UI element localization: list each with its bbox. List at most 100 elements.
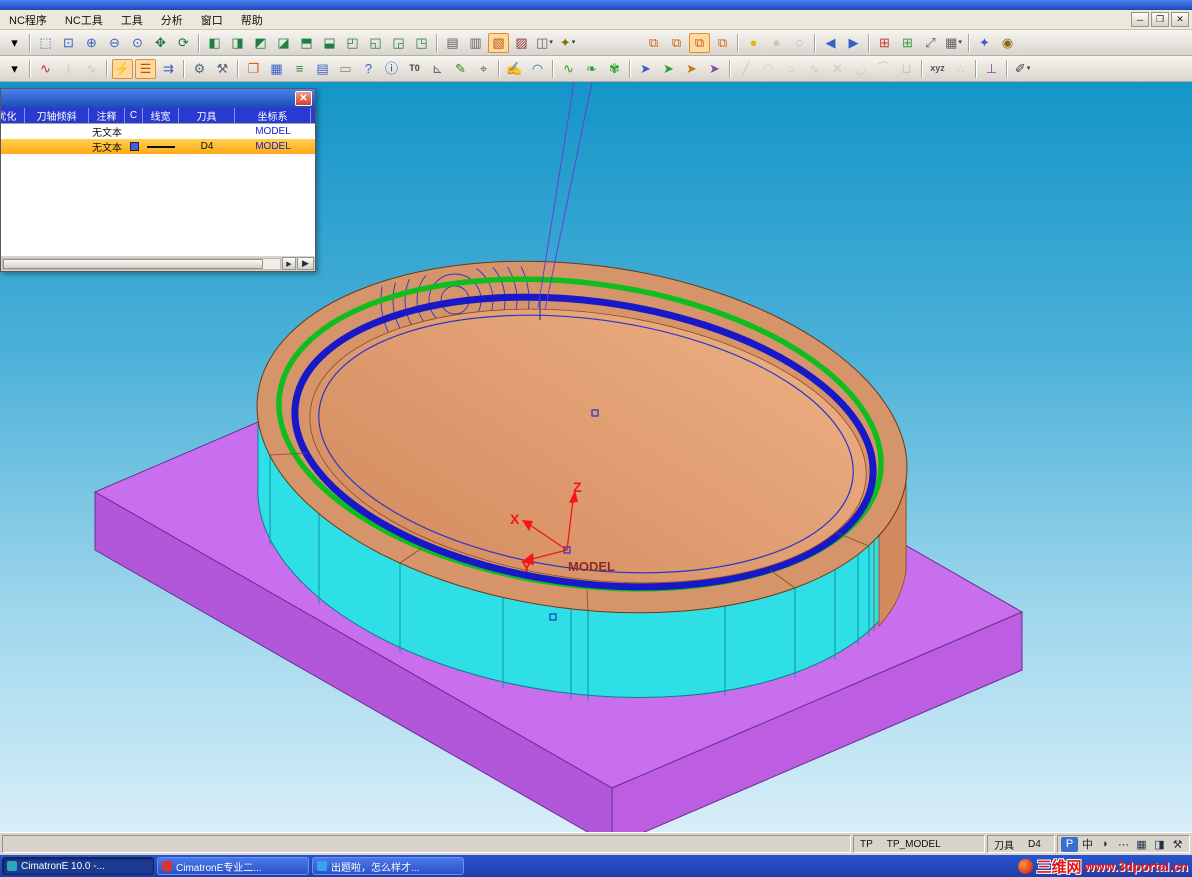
annotate-icon[interactable]: ✎ bbox=[450, 59, 471, 79]
points-display-icon[interactable]: ∴ bbox=[950, 59, 971, 79]
panel-column-header-4[interactable]: 线宽 bbox=[143, 108, 179, 123]
arc-tool-icon[interactable]: ◠ bbox=[527, 59, 548, 79]
menu-item-1[interactable]: NC工具 bbox=[56, 10, 112, 30]
ime-indicator-icon[interactable]: P bbox=[1061, 836, 1078, 852]
tool-manager-icon[interactable]: ⚒ bbox=[212, 59, 233, 79]
point-draw-icon[interactable]: ✕ bbox=[827, 59, 848, 79]
view-iso-icon[interactable]: ◰ bbox=[342, 33, 363, 53]
split-view-green-icon[interactable]: ⊞ bbox=[897, 33, 918, 53]
arc-draw-icon[interactable]: ◠ bbox=[758, 59, 779, 79]
xyz-readout-icon[interactable]: xyz bbox=[927, 59, 948, 79]
line-draw-icon[interactable]: ╱ bbox=[735, 59, 756, 79]
zoom-in-icon[interactable]: ⊕ bbox=[81, 33, 102, 53]
list-view-icon[interactable]: ▤ bbox=[312, 59, 333, 79]
panel-column-header-2[interactable]: 注释 bbox=[89, 108, 125, 123]
view-dimetric-icon[interactable]: ◲ bbox=[388, 33, 409, 53]
zoom-window-icon[interactable]: ⊡ bbox=[58, 33, 79, 53]
close-button[interactable]: ✕ bbox=[1171, 12, 1189, 27]
preview-icon[interactable]: ▭ bbox=[335, 59, 356, 79]
view-top-icon[interactable]: ⬒ bbox=[296, 33, 317, 53]
surface-tool-icon[interactable]: ✾ bbox=[604, 59, 625, 79]
batch-run-icon[interactable]: ⇉ bbox=[158, 59, 179, 79]
view-axonometric-icon[interactable]: ◱ bbox=[365, 33, 386, 53]
panel-hscrollbar[interactable] bbox=[2, 257, 281, 270]
nc-window-layout-2-icon[interactable]: ⧉ bbox=[666, 33, 687, 53]
panel-hscrollbar-thumb[interactable] bbox=[3, 258, 264, 269]
pick-face-icon[interactable]: ➤ bbox=[658, 59, 679, 79]
report-icon[interactable]: ≡ bbox=[289, 59, 310, 79]
panel-expand-button[interactable]: ▶ bbox=[297, 257, 314, 270]
light-off-icon[interactable]: ◌ bbox=[789, 33, 810, 53]
pick-point-icon[interactable]: ➤ bbox=[704, 59, 725, 79]
chamfer-draw-icon[interactable]: ⌒ bbox=[873, 59, 894, 79]
machine-settings-icon[interactable]: ⚙ bbox=[189, 59, 210, 79]
panel-column-header-3[interactable]: C bbox=[125, 108, 143, 123]
process-manager-icon[interactable]: ☰ bbox=[135, 58, 156, 79]
split-view-red-icon[interactable]: ⊞ bbox=[874, 33, 895, 53]
toolbar2-overflow-button[interactable]: ▾ bbox=[4, 59, 25, 79]
title-bar[interactable] bbox=[0, 0, 1192, 10]
view-right-icon[interactable]: ◪ bbox=[273, 33, 294, 53]
viewport-3d[interactable]: Z X Y MODEL ✕ 优化刀轴倾斜注释C线宽刀具坐标系 无文本MODEL无… bbox=[0, 82, 1192, 832]
transparent-display-icon[interactable]: ▨ bbox=[511, 33, 532, 53]
query-icon[interactable]: ? bbox=[358, 59, 379, 79]
pan-icon[interactable]: ✥ bbox=[150, 33, 171, 53]
ime-punctuation-icon[interactable]: ⋯ bbox=[1115, 837, 1132, 852]
pick-edge-icon[interactable]: ➤ bbox=[681, 59, 702, 79]
restore-button[interactable]: ❐ bbox=[1151, 12, 1169, 27]
taskbar-task-1[interactable]: CimatronE专业二... bbox=[157, 857, 309, 875]
menu-item-3[interactable]: 分析 bbox=[152, 10, 192, 30]
light-on-icon[interactable]: ● bbox=[743, 33, 764, 53]
locate-icon[interactable]: ⌖ bbox=[473, 59, 494, 79]
nc-procedure-row[interactable]: 无文本 MODEL bbox=[1, 124, 315, 139]
nc-procedure-row[interactable]: 无文本 D4 MODEL bbox=[1, 139, 315, 154]
menu-item-0[interactable]: NC程序 bbox=[0, 10, 56, 30]
zoom-out-icon[interactable]: ⊖ bbox=[104, 33, 125, 53]
optimizer-icon[interactable]: ⚡ bbox=[112, 58, 133, 79]
menu-item-5[interactable]: 帮助 bbox=[232, 10, 272, 30]
nc-window-layout-3-icon[interactable]: ⧉ bbox=[689, 32, 710, 53]
view-bottom-icon[interactable]: ⬓ bbox=[319, 33, 340, 53]
ime-tools-icon[interactable]: ⚒ bbox=[1169, 837, 1186, 852]
template-window-icon[interactable]: ❐ bbox=[243, 59, 264, 79]
zoom-all-icon[interactable]: ⊙ bbox=[127, 33, 148, 53]
step-back-icon[interactable]: ◀ bbox=[820, 33, 841, 53]
shaded-display-icon[interactable]: ▧ bbox=[488, 32, 509, 53]
light-dim-icon[interactable]: ● bbox=[766, 33, 787, 53]
panel-title-bar[interactable]: ✕ bbox=[1, 89, 315, 108]
slot-draw-icon[interactable]: ⊔ bbox=[896, 59, 917, 79]
pick-entity-icon[interactable]: ➤ bbox=[635, 59, 656, 79]
panel-column-header-0[interactable]: 优化 bbox=[1, 108, 25, 123]
render-options-icon[interactable]: ✦ ▾ bbox=[557, 33, 578, 53]
step-forward-icon[interactable]: ▶ bbox=[843, 33, 864, 53]
ime-chinese-icon[interactable]: 中 bbox=[1079, 837, 1096, 852]
spline-tool-icon[interactable]: ∿ bbox=[558, 59, 579, 79]
hidden-line-display-icon[interactable]: ▥ bbox=[465, 33, 486, 53]
circle-draw-icon[interactable]: ○ bbox=[781, 59, 802, 79]
panel-column-header-5[interactable]: 刀具 bbox=[179, 108, 235, 123]
view-left-icon[interactable]: ◩ bbox=[250, 33, 271, 53]
view-back-icon[interactable]: ◨ bbox=[227, 33, 248, 53]
sketcher-icon[interactable]: ✍ bbox=[504, 59, 525, 79]
menu-item-4[interactable]: 窗口 bbox=[192, 10, 232, 30]
curve-tool-icon[interactable]: ❧ bbox=[581, 59, 602, 79]
panel-scroll-right-button[interactable]: ▶ bbox=[282, 257, 296, 270]
nc-connect-icon[interactable]: ≀ bbox=[58, 59, 79, 79]
taskbar-task-2[interactable]: 出题啦，怎么样才... bbox=[312, 857, 464, 875]
soft-keyboard-icon[interactable]: ▦ bbox=[1133, 837, 1150, 852]
nc-window-layout-4-icon[interactable]: ⧉ bbox=[712, 33, 733, 53]
panel-column-header-6[interactable]: 坐标系 bbox=[235, 108, 311, 123]
ime-band-icon[interactable]: ◨ bbox=[1151, 837, 1168, 852]
panel-column-header-1[interactable]: 刀轴倾斜 bbox=[25, 108, 89, 123]
fillet-draw-icon[interactable]: ◡ bbox=[850, 59, 871, 79]
grid-options-icon[interactable]: ▦ ▾ bbox=[943, 33, 964, 53]
angle-measure-icon[interactable]: ⊾ bbox=[427, 59, 448, 79]
pen-style-icon[interactable]: ✐ ▾ bbox=[1012, 59, 1033, 79]
toolbar-overflow-button[interactable]: ▾ bbox=[4, 33, 25, 53]
minimize-button[interactable]: ─ bbox=[1131, 12, 1149, 27]
nc-curves-icon[interactable]: ∿ bbox=[81, 59, 102, 79]
expand-view-icon[interactable]: ⤢ bbox=[920, 33, 941, 53]
menu-item-2[interactable]: 工具 bbox=[112, 10, 152, 30]
spline-draw-icon[interactable]: ∿ bbox=[804, 59, 825, 79]
target-point-icon[interactable]: ◉ bbox=[997, 33, 1018, 53]
